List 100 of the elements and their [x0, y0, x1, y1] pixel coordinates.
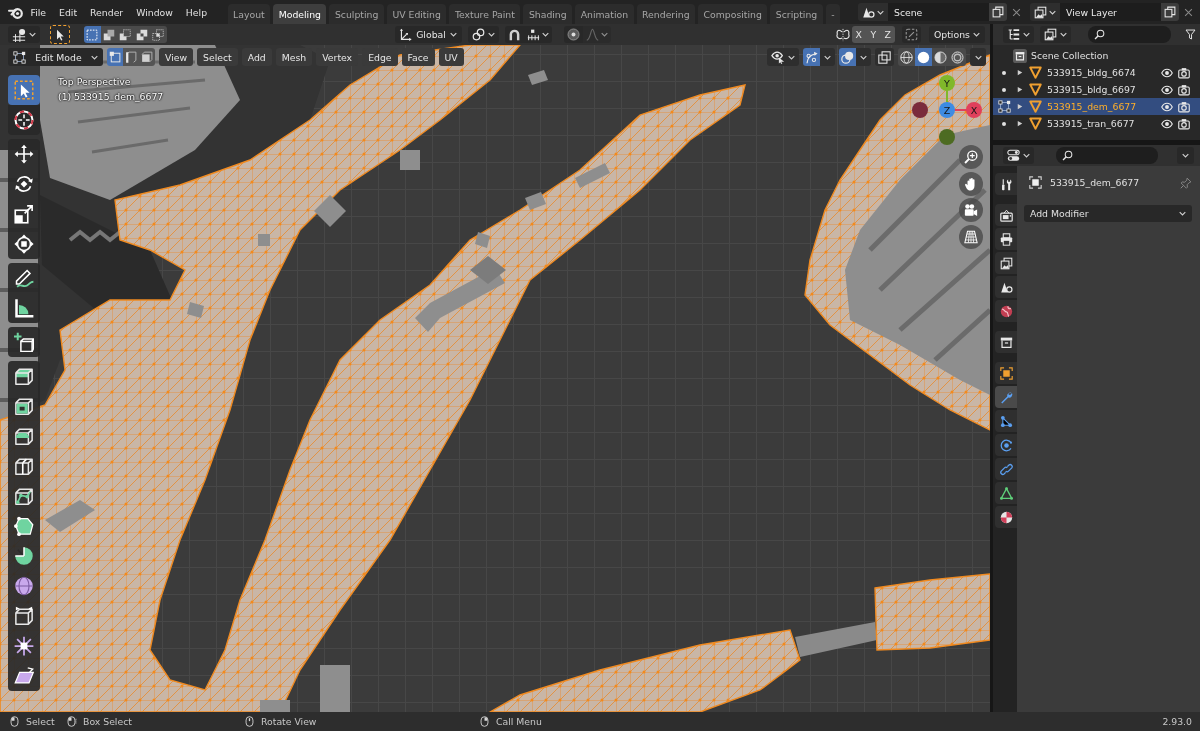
new-selection-button[interactable]: [84, 26, 101, 43]
mesh-data-tab[interactable]: [995, 482, 1017, 504]
mirror-axis-toggle[interactable]: Y: [866, 26, 881, 43]
duplicate-button[interactable]: [1161, 3, 1179, 21]
annotate-tool-button[interactable]: [8, 263, 40, 293]
snapping-dropdown[interactable]: [8, 26, 40, 43]
eye-icon[interactable]: [1161, 100, 1173, 113]
display-mode-dropdown[interactable]: [1003, 26, 1034, 43]
shrink-fatten-tool-button[interactable]: [8, 631, 40, 661]
workspace-tab[interactable]: Modeling: [273, 4, 327, 24]
gizmo-toggle[interactable]: [803, 48, 820, 66]
close-icon[interactable]: [1012, 7, 1021, 17]
snap-target-dropdown[interactable]: [523, 26, 552, 43]
funnel-icon[interactable]: [1185, 29, 1196, 40]
particles-tab[interactable]: [995, 410, 1017, 432]
transform-tool-button[interactable]: [8, 229, 40, 259]
selectability-dropdown[interactable]: [767, 48, 799, 66]
dot-icon[interactable]: [1002, 87, 1006, 92]
outliner-item[interactable]: 533915_bldg_6674: [993, 64, 1200, 81]
outliner-item[interactable]: 533915_dem_6677: [993, 98, 1200, 115]
menu-item[interactable]: Edit: [52, 6, 84, 18]
mode-dropdown[interactable]: Edit Mode: [8, 48, 103, 66]
extrude-tool-button[interactable]: [8, 361, 40, 391]
physics-tab[interactable]: [995, 434, 1017, 456]
subtract-selection-button[interactable]: [117, 26, 134, 43]
menu-item[interactable]: Window: [129, 6, 180, 18]
collection-tab[interactable]: [995, 331, 1017, 353]
face-select-button[interactable]: [139, 48, 155, 66]
select-box-tool-button[interactable]: [8, 75, 40, 105]
workspace-tab[interactable]: Animation: [575, 4, 634, 24]
edit-mode-icon[interactable]: [997, 100, 1011, 113]
world-tab[interactable]: [995, 300, 1017, 322]
render-tab[interactable]: [995, 204, 1017, 226]
menu-item[interactable]: Render: [83, 6, 130, 18]
search-field[interactable]: [1056, 147, 1158, 164]
camera-icon[interactable]: [1178, 117, 1190, 130]
search-field[interactable]: [1088, 26, 1171, 43]
loop-cut-tool-button[interactable]: [8, 451, 40, 481]
menu-item[interactable]: UV: [438, 48, 464, 66]
add-modifier-dropdown[interactable]: Add Modifier: [1024, 205, 1192, 222]
shading-dropdown[interactable]: [970, 48, 986, 66]
spin-tool-button[interactable]: [8, 541, 40, 571]
expand-triangle-icon[interactable]: [1017, 86, 1023, 93]
eye-icon[interactable]: [1161, 83, 1173, 96]
smooth-tool-button[interactable]: [8, 571, 40, 601]
move-tool-button[interactable]: [8, 139, 40, 169]
workspace-tab[interactable]: -: [825, 4, 841, 24]
proportional-editing-toggle[interactable]: [563, 26, 583, 43]
workspace-tab[interactable]: Scripting: [770, 4, 823, 24]
workspace-tab[interactable]: Compositing: [698, 4, 768, 24]
workspace-tab[interactable]: UV Editing: [386, 4, 447, 24]
output-tab[interactable]: [995, 228, 1017, 250]
inset-tool-button[interactable]: [8, 391, 40, 421]
workspace-tab[interactable]: Rendering: [636, 4, 696, 24]
scale-tool-button[interactable]: [8, 199, 40, 229]
wireframe-shading-button[interactable]: [898, 48, 915, 66]
camera-icon[interactable]: [1178, 66, 1190, 79]
tool-tab[interactable]: [995, 173, 1017, 195]
add-cube-tool-button[interactable]: [8, 327, 40, 357]
shear-tool-button[interactable]: [8, 661, 40, 691]
modifiers-tab[interactable]: [995, 386, 1017, 408]
scene-name-field[interactable]: Scene: [888, 3, 989, 21]
knife-tool-button[interactable]: [8, 481, 40, 511]
poly-build-tool-button[interactable]: [8, 511, 40, 541]
menu-item[interactable]: Help: [179, 6, 214, 18]
workspace-tab[interactable]: Shading: [523, 4, 573, 24]
workspace-tab[interactable]: Texture Paint: [449, 4, 521, 24]
menu-item[interactable]: Mesh: [275, 48, 313, 66]
camera-icon[interactable]: [1178, 83, 1190, 96]
duplicate-button[interactable]: [989, 3, 1007, 21]
material-shading-button[interactable]: [932, 48, 949, 66]
editor-type-dropdown[interactable]: [1003, 147, 1034, 164]
measure-tool-button[interactable]: [8, 293, 40, 323]
workspace-tab[interactable]: Layout: [227, 4, 271, 24]
collection-name[interactable]: Scene Collection: [1031, 50, 1109, 61]
scene-dropdown[interactable]: [858, 3, 888, 21]
scene-tab[interactable]: [995, 276, 1017, 298]
expand-triangle-icon[interactable]: [1017, 120, 1023, 127]
object-tab[interactable]: [995, 362, 1017, 384]
vertex-select-button[interactable]: [107, 48, 123, 66]
camera-icon[interactable]: [1178, 100, 1190, 113]
menu-item[interactable]: Select: [197, 48, 238, 66]
eye-icon[interactable]: [1161, 117, 1173, 130]
intersect-selection-button[interactable]: [150, 26, 167, 43]
menu-item[interactable]: Face: [401, 48, 435, 66]
active-tool-button[interactable]: [50, 25, 70, 44]
view-layer-tab[interactable]: [995, 252, 1017, 274]
menu-item[interactable]: View: [159, 48, 194, 66]
overlays-dropdown[interactable]: [856, 48, 871, 66]
rendered-shading-button[interactable]: [949, 48, 966, 66]
panel-options-dropdown[interactable]: [1177, 147, 1194, 164]
options-dropdown[interactable]: Options: [929, 26, 985, 43]
bevel-tool-button[interactable]: [8, 421, 40, 451]
outliner-item[interactable]: 533915_tran_6677: [993, 115, 1200, 132]
close-icon[interactable]: [1184, 7, 1193, 17]
orientation-dropdown[interactable]: Global: [394, 26, 462, 43]
gizmo-dropdown[interactable]: [820, 48, 835, 66]
dot-icon[interactable]: [1002, 121, 1006, 126]
menu-item[interactable]: Vertex: [316, 48, 359, 66]
expand-triangle-icon[interactable]: [1017, 103, 1023, 110]
